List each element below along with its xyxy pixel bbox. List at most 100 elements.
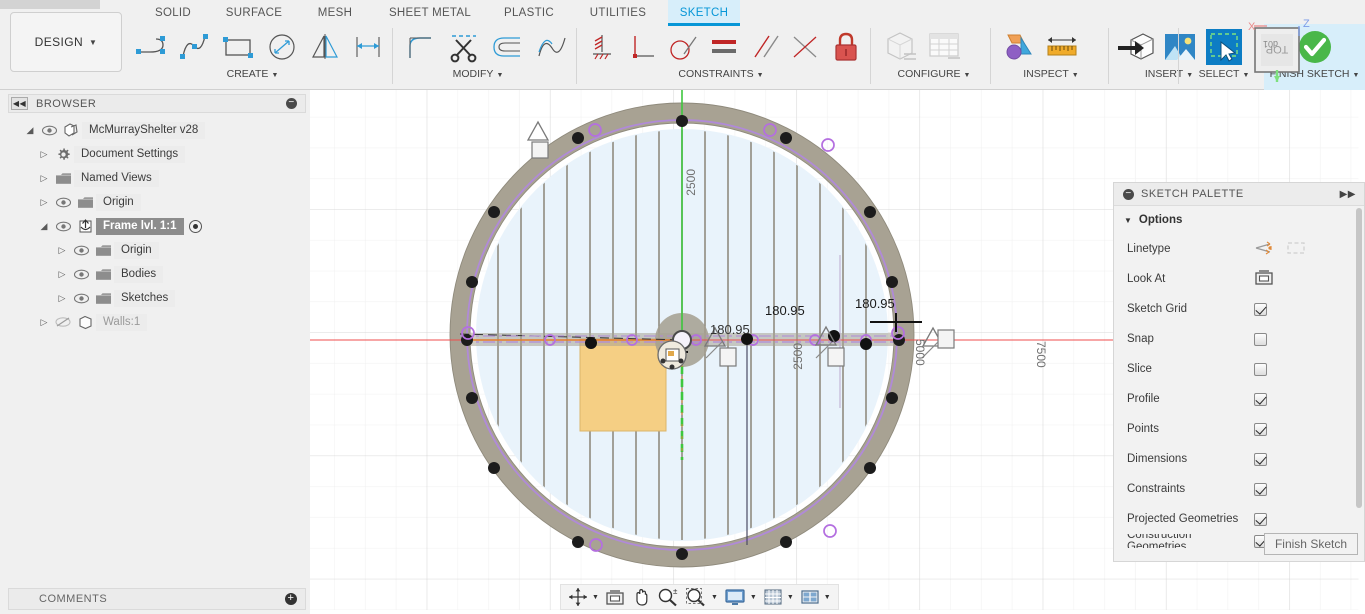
toolgroup-create-label[interactable]: CREATE ▼ bbox=[130, 68, 375, 80]
expand-arrow-icon[interactable]: ▷ bbox=[54, 269, 70, 280]
tab-solid[interactable]: SOLID bbox=[137, 0, 209, 26]
linetype-construction-icon[interactable] bbox=[1285, 240, 1307, 259]
tab-utilities[interactable]: UTILITIES bbox=[576, 0, 660, 26]
sketch-palette-header[interactable]: − SKETCH PALETTE ▶▶ bbox=[1114, 183, 1364, 206]
inspect-section-tool[interactable] bbox=[996, 25, 1040, 69]
expand-arrow-icon[interactable]: ◢ bbox=[22, 125, 38, 136]
toolgroup-configure-label[interactable]: CONFIGURE ▼ bbox=[878, 68, 990, 80]
sketch-grid-checkbox[interactable] bbox=[1254, 302, 1267, 316]
visibility-eye-icon[interactable] bbox=[70, 269, 92, 280]
active-component-radio[interactable] bbox=[188, 219, 202, 233]
dimensions-checkbox[interactable] bbox=[1254, 452, 1267, 466]
look-at-icon[interactable] bbox=[602, 585, 628, 609]
tab-mesh[interactable]: MESH bbox=[300, 0, 370, 26]
add-comment-icon[interactable]: + bbox=[285, 593, 297, 605]
expand-arrow-icon[interactable]: ▷ bbox=[54, 245, 70, 256]
toolgroup-inspect-label[interactable]: INSPECT ▼ bbox=[996, 68, 1106, 80]
dimension-label[interactable]: 180.95 bbox=[855, 296, 895, 311]
tree-item-document-settings[interactable]: ▷ Document Settings bbox=[8, 142, 198, 166]
constraint-tangent-tool[interactable] bbox=[663, 25, 704, 69]
chevron-down-icon[interactable]: ▼ bbox=[711, 594, 718, 601]
visibility-eye-icon[interactable] bbox=[70, 245, 92, 256]
constraint-lock-tool[interactable] bbox=[825, 25, 866, 69]
palette-dock-icon[interactable]: ▶▶ bbox=[1340, 189, 1356, 200]
zoom-icon[interactable]: ± bbox=[654, 585, 682, 609]
tab-plastic[interactable]: PLASTIC bbox=[490, 0, 568, 26]
expand-arrow-icon[interactable]: ▷ bbox=[36, 197, 52, 208]
viewport-layout-icon[interactable] bbox=[797, 585, 823, 609]
constraint-parallel-tool[interactable] bbox=[744, 25, 785, 69]
snap-checkbox[interactable] bbox=[1254, 332, 1267, 346]
chevron-down-icon[interactable]: ▼ bbox=[592, 594, 599, 601]
constraint-fix-tool[interactable] bbox=[582, 25, 623, 69]
linetype-normal-icon[interactable] bbox=[1254, 240, 1274, 259]
profile-checkbox[interactable] bbox=[1254, 392, 1267, 406]
trim-scissors-tool[interactable] bbox=[442, 25, 486, 69]
tree-item-document[interactable]: ◢ McMurrayShelter v28 bbox=[8, 118, 206, 142]
display-settings-icon[interactable] bbox=[721, 585, 749, 609]
tree-item-bodies[interactable]: ▷ Bodies bbox=[8, 262, 198, 286]
tree-item-sketches[interactable]: ▷ Sketches bbox=[8, 286, 198, 310]
visibility-eye-off-icon[interactable] bbox=[52, 316, 74, 328]
expand-arrow-icon[interactable]: ◢ bbox=[36, 221, 52, 232]
sketch-circle-tool[interactable] bbox=[260, 25, 303, 69]
tree-item-named-views[interactable]: ▷ Named Views bbox=[8, 166, 198, 190]
chevron-down-icon[interactable]: ▼ bbox=[787, 594, 794, 601]
insert-derive-tool[interactable] bbox=[1114, 25, 1158, 69]
finish-sketch-button[interactable]: Finish Sketch bbox=[1263, 533, 1358, 555]
orbit-icon[interactable] bbox=[565, 585, 591, 609]
tab-sheet-metal[interactable]: SHEET METAL bbox=[375, 0, 485, 26]
visibility-eye-icon[interactable] bbox=[38, 125, 60, 136]
tree-item-origin-root[interactable]: ▷ Origin bbox=[8, 190, 198, 214]
offset-tool[interactable] bbox=[486, 25, 530, 69]
dimension-label[interactable]: 180.95 bbox=[765, 303, 805, 318]
sketch-line-tool[interactable] bbox=[130, 25, 173, 69]
dimension-label[interactable]: 180.95 bbox=[710, 322, 750, 337]
sketch-dimension-tool[interactable] bbox=[347, 25, 390, 69]
sketch-mirror-tool[interactable] bbox=[303, 25, 346, 69]
expand-arrow-icon[interactable]: ▷ bbox=[36, 317, 52, 328]
curvature-tool[interactable] bbox=[530, 25, 574, 69]
comments-panel-header[interactable]: COMMENTS + bbox=[8, 588, 306, 610]
pan-hand-icon[interactable] bbox=[628, 585, 654, 609]
zoom-window-icon[interactable] bbox=[682, 585, 710, 609]
fillet-tool[interactable] bbox=[398, 25, 442, 69]
grid-snaps-icon[interactable] bbox=[760, 585, 786, 609]
options-section-header[interactable]: ▼ Options bbox=[1114, 206, 1364, 234]
tree-item-origin-sub[interactable]: ▷ Origin bbox=[8, 238, 198, 262]
chevron-down-icon[interactable]: ▼ bbox=[824, 594, 831, 601]
expand-arrow-icon[interactable]: ▷ bbox=[36, 173, 52, 184]
look-at-icon[interactable] bbox=[1254, 269, 1274, 289]
constraints-checkbox[interactable] bbox=[1254, 482, 1267, 496]
visibility-eye-icon[interactable] bbox=[70, 293, 92, 304]
chevron-down-icon[interactable]: ▼ bbox=[750, 594, 757, 601]
visibility-eye-icon[interactable] bbox=[52, 221, 74, 232]
slice-checkbox[interactable] bbox=[1254, 362, 1267, 376]
tab-surface[interactable]: SURFACE bbox=[212, 0, 296, 26]
visibility-eye-icon[interactable] bbox=[52, 197, 74, 208]
design-workspace-dropdown[interactable]: DESIGN ▼ bbox=[10, 12, 122, 72]
inspect-measure-tool[interactable] bbox=[1040, 25, 1084, 69]
tree-item-frame-lvl-1[interactable]: ◢ Frame lvl. 1:1 bbox=[8, 214, 202, 238]
collapse-browser-icon[interactable]: ◀◀ bbox=[11, 97, 28, 110]
palette-scrollbar[interactable] bbox=[1356, 208, 1362, 508]
browser-header[interactable]: ◀◀ BROWSER − bbox=[8, 94, 306, 113]
sketch-rectangle-tool[interactable] bbox=[217, 25, 260, 69]
tree-item-walls[interactable]: ▷ Walls:1 bbox=[8, 310, 198, 334]
sketch-spline-tool[interactable] bbox=[173, 25, 216, 69]
configure-table-tool[interactable] bbox=[922, 25, 966, 69]
tab-sketch[interactable]: SKETCH bbox=[668, 0, 740, 26]
projected-geometries-checkbox[interactable] bbox=[1254, 512, 1267, 526]
constraint-equal-tool[interactable] bbox=[704, 25, 745, 69]
constraint-perpendicular-tool[interactable] bbox=[623, 25, 664, 69]
expand-arrow-icon[interactable]: ▷ bbox=[36, 149, 52, 160]
view-cube[interactable]: TOP X Z d01 bbox=[1237, 14, 1317, 84]
toolgroup-constraints-label[interactable]: CONSTRAINTS ▼ bbox=[582, 68, 860, 80]
toolgroup-modify-label[interactable]: MODIFY ▼ bbox=[398, 68, 558, 80]
points-checkbox[interactable] bbox=[1254, 422, 1267, 436]
palette-minimize-icon[interactable]: − bbox=[1123, 188, 1134, 200]
browser-minimize-icon[interactable]: − bbox=[286, 98, 297, 109]
constraint-symmetry-tool[interactable] bbox=[785, 25, 826, 69]
expand-arrow-icon[interactable]: ▷ bbox=[54, 293, 70, 304]
configure-component-tool[interactable] bbox=[878, 25, 922, 69]
